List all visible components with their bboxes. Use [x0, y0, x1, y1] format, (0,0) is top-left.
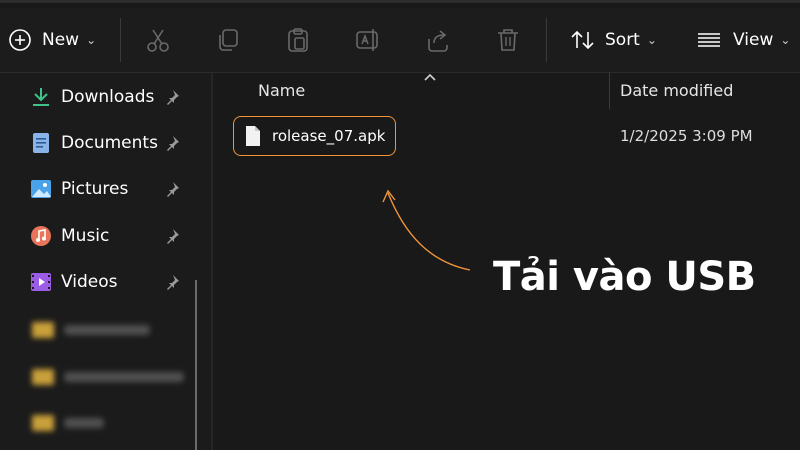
chevron-down-icon: ⌄ [646, 33, 657, 47]
plus-circle-icon [9, 29, 31, 51]
file-item[interactable]: rolease_07.apk [233, 116, 396, 156]
pin-icon[interactable] [164, 228, 180, 244]
blurred-label [64, 325, 150, 335]
video-icon [31, 273, 51, 291]
command-bar: New ⌄ Sort ⌄ View ⌄ [0, 8, 800, 72]
annotation-text: Tải vào USB [493, 254, 756, 300]
window-top-edge [0, 0, 800, 3]
sidebar-item-label: Downloads [61, 87, 155, 107]
blurred-label [64, 418, 104, 428]
paste-icon[interactable] [284, 26, 312, 54]
column-header-name[interactable]: Name [258, 81, 305, 100]
folder-icon [32, 415, 54, 431]
view-button[interactable]: View ⌄ [697, 20, 790, 60]
new-button-label: New [42, 30, 80, 50]
document-icon [33, 133, 49, 153]
share-icon[interactable] [424, 26, 452, 54]
column-separator[interactable] [609, 73, 610, 109]
folder-icon [32, 322, 54, 338]
pin-icon[interactable] [164, 135, 180, 151]
new-button[interactable]: New ⌄ [8, 20, 96, 60]
sidebar-item-blurred-folder[interactable] [32, 411, 104, 435]
navigation-pane: Downloads Documents Pictures Music Video… [0, 73, 212, 450]
file-icon [246, 126, 260, 146]
sort-button[interactable]: Sort ⌄ [570, 20, 657, 60]
blurred-label [64, 372, 184, 382]
copy-icon[interactable] [214, 26, 242, 54]
sidebar-item-label: Documents [61, 133, 158, 153]
file-date-modified: 1/2/2025 3:09 PM [620, 127, 753, 145]
sidebar-scrollbar[interactable] [195, 280, 197, 450]
file-name: rolease_07.apk [272, 127, 386, 145]
picture-icon [31, 180, 51, 198]
delete-icon[interactable] [494, 26, 522, 54]
column-header-date-modified[interactable]: Date modified [620, 81, 733, 100]
rename-icon[interactable] [354, 26, 382, 54]
download-icon [33, 88, 49, 106]
view-lines-icon [698, 33, 720, 47]
toolbar-separator [546, 18, 547, 62]
chevron-up-icon [424, 73, 436, 81]
toolbar-separator [120, 18, 121, 62]
sort-arrows-icon [571, 30, 594, 50]
pin-icon[interactable] [164, 89, 180, 105]
sidebar-item-label: Music [61, 226, 110, 246]
sort-button-label: Sort [605, 30, 640, 50]
sidebar-item-blurred-folder[interactable] [32, 365, 184, 389]
sidebar-item-blurred-folder[interactable] [32, 318, 150, 342]
chevron-down-icon: ⌄ [780, 33, 791, 47]
pin-icon[interactable] [164, 274, 180, 290]
chevron-down-icon: ⌄ [86, 33, 97, 47]
sidebar-item-label: Videos [61, 272, 118, 292]
folder-icon [32, 369, 54, 385]
pin-icon[interactable] [164, 181, 180, 197]
view-button-label: View [733, 30, 774, 50]
music-icon [31, 226, 51, 246]
sidebar-item-label: Pictures [61, 179, 129, 199]
cut-icon[interactable] [144, 26, 172, 54]
